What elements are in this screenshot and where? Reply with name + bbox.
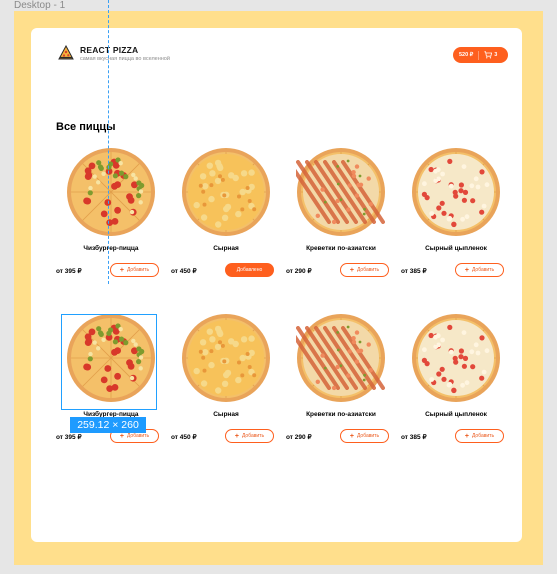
pizza-price: от 385 ₽ (401, 434, 427, 441)
plus-icon: + (119, 432, 124, 440)
pizza-price: от 395 ₽ (56, 434, 82, 441)
pizza-price: от 385 ₽ (401, 268, 427, 275)
pizza-logo-icon[interactable] (58, 44, 74, 61)
pizza-card: Сырная от 450 ₽ Добавлено (171, 147, 281, 287)
add-to-cart-button[interactable]: + Добавить (340, 263, 389, 277)
pizza-image[interactable] (181, 147, 271, 237)
add-button-label: Добавить (471, 267, 495, 273)
pizza-card: Сырный цыпленок от 385 ₽ + Добавить (401, 147, 511, 287)
plus-icon: + (234, 432, 239, 440)
pizza-image[interactable] (411, 313, 501, 403)
pizza-card: Сырная от 450 ₽ + Добавить (171, 313, 281, 453)
brand-title[interactable]: REACT PIZZA (80, 45, 138, 55)
cart-divider (478, 50, 480, 60)
plus-icon: + (119, 266, 124, 274)
add-to-cart-button[interactable]: + Добавить (455, 429, 504, 443)
pizza-image[interactable] (411, 147, 501, 237)
pizza-image[interactable] (296, 147, 386, 237)
selection-box[interactable] (61, 314, 157, 410)
pizza-price: от 450 ₽ (171, 434, 197, 441)
plus-icon: + (349, 432, 354, 440)
pizza-image[interactable] (66, 147, 156, 237)
add-button-label: Добавить (126, 433, 150, 439)
pizza-price: от 395 ₽ (56, 268, 82, 275)
pizza-card: Чизбургер-пицца от 395 ₽ + Добавить (56, 147, 166, 287)
plus-icon: + (464, 266, 469, 274)
add-to-cart-button[interactable]: + Добавить (225, 429, 274, 443)
pizza-name: Чизбургер-пицца (83, 245, 139, 252)
pizza-name: Сырный цыпленок (425, 411, 487, 418)
brand-tagline: самая вкусная пицца во вселенной (80, 56, 170, 62)
pizza-name: Сырный цыпленок (425, 245, 487, 252)
section-title: Все пиццы (56, 121, 116, 133)
add-button-label: Добавить (356, 433, 380, 439)
dimension-label: 259.12 × 260 (70, 417, 146, 433)
pizza-card: Креветки по-азиатски от 290 ₽ + Добавить (286, 147, 396, 287)
add-button-label: Добавить (471, 433, 495, 439)
pizza-image[interactable] (181, 313, 271, 403)
cart-total: 520 ₽ (459, 52, 474, 58)
add-to-cart-button[interactable]: + Добавить (110, 263, 159, 277)
pizza-name: Креветки по-азиатски (306, 245, 376, 252)
pizza-name: Сырная (213, 245, 239, 252)
pizza-image[interactable] (296, 313, 386, 403)
pizza-price: от 450 ₽ (171, 268, 197, 275)
pizza-card: Креветки по-азиатски от 290 ₽ + Добавить (286, 313, 396, 453)
add-button-label: Добавить (241, 433, 265, 439)
layout-guide-line (108, 0, 109, 284)
pizza-price: от 290 ₽ (286, 434, 312, 441)
plus-icon: + (349, 266, 354, 274)
pizza-price: от 290 ₽ (286, 268, 312, 275)
add-button-label: Добавить (126, 267, 150, 273)
cart-button[interactable]: 520 ₽ 3 (453, 47, 508, 63)
frame-label: Desktop - 1 (14, 0, 66, 11)
cart-icon (484, 51, 493, 59)
add-to-cart-button[interactable]: Добавлено (225, 263, 274, 277)
add-to-cart-button[interactable]: + Добавить (340, 429, 389, 443)
add-button-label: Добавить (356, 267, 380, 273)
add-to-cart-button[interactable]: + Добавить (455, 263, 504, 277)
pizza-name: Сырная (213, 411, 239, 418)
pizza-name: Креветки по-азиатски (306, 411, 376, 418)
add-button-label: Добавлено (236, 267, 263, 273)
pizza-card: Сырный цыпленок от 385 ₽ + Добавить (401, 313, 511, 453)
plus-icon: + (464, 432, 469, 440)
cart-count: 3 (494, 52, 498, 58)
